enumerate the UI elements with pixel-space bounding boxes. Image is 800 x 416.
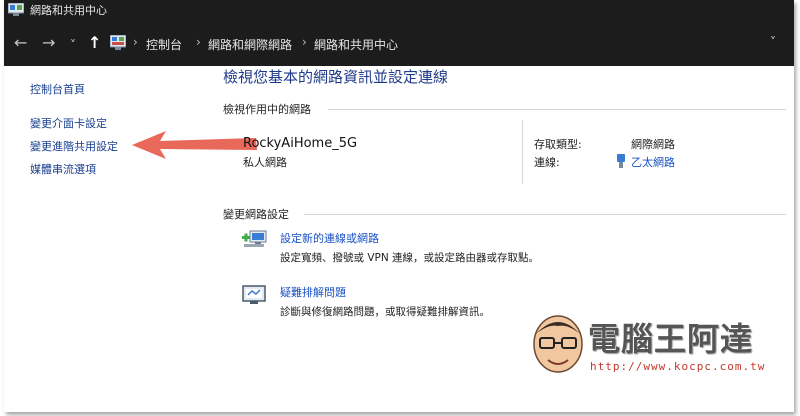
mascot-face-icon [533,315,583,373]
annotation-arrow-icon [132,131,257,159]
connection-ethernet-link[interactable]: 乙太網路 [631,154,675,170]
recent-locations-button[interactable]: ˅ [70,36,76,54]
breadcrumb-network-sharing-center[interactable]: 網路和共用中心 [314,36,398,53]
breadcrumb-separator-icon: › [196,35,201,49]
access-type-label: 存取類型: [534,138,582,151]
sidebar-item-media-streaming[interactable]: 媒體串流選項 [30,161,96,177]
navigation-bar: ← → ˅ ↑ › 控制台 › 網路和網際網路 › 網路和共用中心 ˅ [4,22,794,66]
new-connection-icon [242,230,267,247]
change-settings-label: 變更網路設定 [223,208,289,221]
window-title: 網路和共用中心 [30,4,107,17]
up-button[interactable]: ↑ [88,34,101,52]
sidebar-item-change-advanced-sharing[interactable]: 變更進階共用設定 [30,138,118,154]
divider [328,109,786,110]
network-name: RockyAiHome_5G [243,136,358,151]
watermark-url: http://www.kocpc.com.tw [590,360,766,373]
ethernet-icon [617,154,625,168]
sidebar-item-control-panel-home[interactable]: 控制台首頁 [30,81,85,97]
address-dropdown-button[interactable]: ˅ [770,35,776,49]
setup-new-connection-link[interactable]: 設定新的連線或網路 [280,230,379,246]
forward-button[interactable]: → [42,34,55,52]
watermark-title: 電腦王阿達 [588,320,754,358]
network-type: 私人網路 [243,156,287,169]
access-type-value: 網際網路 [631,138,675,151]
troubleshoot-link[interactable]: 疑難排解問題 [280,284,346,300]
connection-label: 連線: [534,156,560,169]
active-networks-label: 檢視作用中的網路 [223,103,311,116]
troubleshoot-icon [242,285,266,304]
watermark: 電腦王阿達 http://www.kocpc.com.tw [528,308,794,382]
control-panel-icon [110,35,126,50]
breadcrumb-control-panel[interactable]: 控制台 [146,36,182,53]
sidebar-item-change-adapter-settings[interactable]: 變更介面卡設定 [30,115,107,131]
back-button[interactable]: ← [14,34,27,52]
setup-new-connection-description: 設定寬頻、撥號或 VPN 連線，或設定路由器或存取點。 [280,252,540,264]
breadcrumb-network-internet[interactable]: 網路和網際網路 [208,36,292,53]
network-center-icon [8,3,24,16]
page-title: 檢視您基本的網路資訊並設定連線 [223,68,449,86]
breadcrumb-separator-icon: › [133,35,138,49]
window: 網路和共用中心 ← → ˅ ↑ › 控制台 › 網路和網際網路 › 網路和共用中… [4,0,794,412]
divider [304,214,786,215]
troubleshoot-description: 診斷與修復網路問題，或取得疑難排解資訊。 [280,306,490,318]
divider [522,120,523,184]
title-bar: 網路和共用中心 [4,0,794,22]
breadcrumb-separator-icon: › [302,35,307,49]
